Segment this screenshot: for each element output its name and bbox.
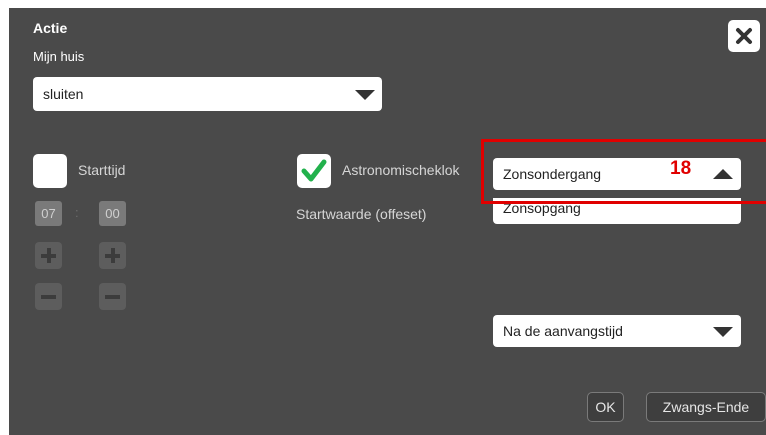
chevron-down-icon <box>355 90 375 100</box>
close-button[interactable] <box>728 20 760 52</box>
astronomical-clock-checkbox[interactable] <box>297 154 331 188</box>
annotation-highlight <box>481 139 766 204</box>
dialog-subtitle: Mijn huis <box>33 49 85 64</box>
action-select[interactable]: sluiten <box>33 77 382 111</box>
minutes-decrement-button[interactable] <box>99 283 126 310</box>
start-time-checkbox[interactable] <box>33 154 67 188</box>
start-time-label: Starttijd <box>78 162 126 178</box>
minutes-field[interactable]: 00 <box>99 201 126 226</box>
offset-label: Startwaarde (offeset) <box>296 206 427 222</box>
close-icon <box>736 28 752 44</box>
astronomical-clock-label: Astronomischeklok <box>342 162 460 178</box>
checkmark-icon <box>301 159 327 182</box>
chevron-down-icon <box>713 327 733 337</box>
minutes-increment-button[interactable] <box>99 242 126 269</box>
ok-button[interactable]: OK <box>587 392 624 422</box>
hours-field[interactable]: 07 <box>35 201 62 226</box>
action-dialog: Actie Mijn huis sluiten Starttijd 07 : 0… <box>9 8 766 435</box>
action-select-value: sluiten <box>43 86 84 102</box>
time-separator: : <box>75 205 79 220</box>
force-end-button[interactable]: Zwangs-Ende <box>646 392 766 422</box>
hours-decrement-button[interactable] <box>35 283 62 310</box>
dialog-title: Actie <box>33 20 68 36</box>
hours-increment-button[interactable] <box>35 242 62 269</box>
timing-select[interactable]: Na de aanvangstijd <box>493 315 741 347</box>
timing-select-value: Na de aanvangstijd <box>503 323 623 339</box>
